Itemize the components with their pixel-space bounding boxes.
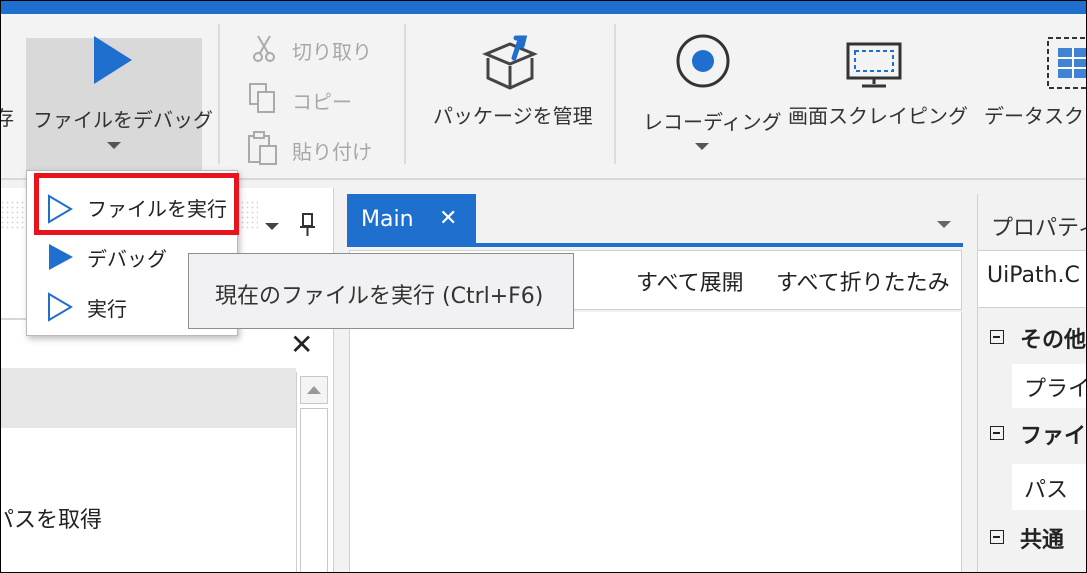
chevron-down-icon[interactable] xyxy=(937,221,951,228)
debug-file-label: ファイルをデバッグ xyxy=(33,108,213,132)
tooltip: 現在のファイルを実行 (Ctrl+F6) xyxy=(188,253,574,329)
play-filled-icon xyxy=(49,244,73,270)
chevron-down-icon[interactable] xyxy=(695,143,709,150)
activity-name: UiPath.C xyxy=(987,263,1080,288)
category-common: 共通 xyxy=(1020,528,1065,553)
record-icon xyxy=(676,34,730,88)
expand-all-button[interactable]: すべて展開 xyxy=(636,265,744,297)
collapse-category-icon[interactable] xyxy=(990,426,1004,440)
manage-packages-button[interactable]: パッケージを管理 xyxy=(433,100,593,129)
collapse-category-icon[interactable] xyxy=(990,330,1004,344)
tooltip-text: 現在のファイルを実行 (Ctrl+F6) xyxy=(215,284,544,309)
screen-scraping-button[interactable]: 画面スクレイピング xyxy=(788,100,968,129)
menu-item-label: 実行 xyxy=(87,297,127,321)
chevron-down-icon[interactable] xyxy=(265,223,279,230)
paste-button[interactable]: 貼り付け xyxy=(292,136,372,165)
ribbon: 存 ファイルをデバッグ 切り取り コピー 貼り付け パッケージを管理 レコーディ… xyxy=(0,14,1087,184)
tab-main-label: Main xyxy=(361,207,414,232)
close-icon[interactable]: ✕ xyxy=(290,328,313,361)
cut-button[interactable]: 切り取り xyxy=(292,36,372,65)
highlight-annotation xyxy=(34,173,239,235)
save-button-label-fragment[interactable]: 存 xyxy=(0,102,14,131)
list-item[interactable]: パスを取得 xyxy=(0,502,102,534)
properties-title: プロパティ xyxy=(991,216,1087,241)
paste-icon xyxy=(248,131,277,165)
recording-button[interactable]: レコーディング xyxy=(643,106,782,135)
package-icon xyxy=(482,35,538,90)
property-row[interactable]: プライ xyxy=(1012,364,1087,408)
scroll-up-button[interactable] xyxy=(300,376,328,404)
panel-header-strip xyxy=(0,368,296,428)
ribbon-separator xyxy=(614,24,616,164)
pin-icon[interactable] xyxy=(298,212,318,238)
copy-button[interactable]: コピー xyxy=(292,86,352,115)
properties-panel: プロパティ UiPath.C その他 プライ ファイル パス 共通 xyxy=(977,194,1087,573)
collapse-all-button[interactable]: すべて折りたたみ xyxy=(776,265,950,297)
menu-item-label: デバッグ xyxy=(87,247,167,271)
data-scraping-button[interactable]: データスクレ xyxy=(984,100,1087,129)
scrollbar-thumb[interactable] xyxy=(300,408,328,573)
category-file: ファイル xyxy=(1020,424,1087,449)
ribbon-separator xyxy=(404,24,406,164)
chevron-down-icon[interactable] xyxy=(107,142,121,149)
category-other: その他 xyxy=(1020,328,1087,353)
scissors-icon xyxy=(253,35,275,62)
ribbon-separator xyxy=(218,24,220,164)
activity-name-field[interactable]: UiPath.C xyxy=(978,250,1087,308)
close-icon[interactable]: ✕ xyxy=(439,206,457,231)
play-outline-icon xyxy=(48,292,73,322)
table-icon xyxy=(1047,37,1087,89)
copy-icon xyxy=(249,83,275,113)
collapse-category-icon[interactable] xyxy=(990,530,1004,544)
play-filled-icon xyxy=(94,36,132,84)
designer-canvas[interactable] xyxy=(349,312,962,573)
property-row[interactable]: パス xyxy=(1012,464,1087,510)
tab-main[interactable]: Main ✕ xyxy=(347,194,476,244)
tab-strip-underline xyxy=(347,243,963,247)
title-bar-accent xyxy=(0,0,1087,14)
monitor-icon xyxy=(846,42,902,88)
chevron-up-icon xyxy=(307,386,321,394)
